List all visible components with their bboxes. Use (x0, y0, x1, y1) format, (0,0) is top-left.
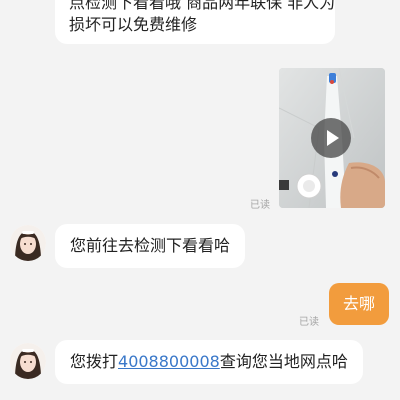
message-text-line-1: 点检测下看看哦 商品两年联保 非人为 (69, 0, 336, 12)
incoming-message-bubble[interactable]: 点检测下看看哦 商品两年联保 非人为 损坏可以免费维修 (55, 0, 335, 44)
read-status: 已读 (299, 317, 319, 328)
avatar-image (10, 225, 46, 261)
message-text-suffix: 查询您当地网点哈 (219, 352, 348, 371)
message-text: 您前往去检测下看看哈 (70, 236, 231, 255)
message-text: 去哪 (342, 294, 375, 313)
play-button[interactable] (311, 118, 351, 158)
message-text-prefix: 您拨打 (70, 352, 119, 371)
agent-avatar[interactable] (10, 225, 46, 261)
phone-number-link[interactable]: 4008800008 (118, 352, 220, 371)
avatar-image (10, 343, 46, 379)
video-message-thumbnail[interactable] (279, 68, 385, 208)
outgoing-message-bubble[interactable]: 去哪 (329, 283, 389, 325)
agent-avatar[interactable] (10, 343, 46, 379)
incoming-message-bubble[interactable]: 您前往去检测下看看哈 (55, 224, 246, 268)
message-text-line-2: 损坏可以免费维修 (69, 15, 198, 34)
play-icon (327, 130, 339, 146)
incoming-message-bubble[interactable]: 您拨打4008800008查询您当地网点哈 (55, 340, 363, 384)
read-status: 已读 (250, 200, 270, 211)
